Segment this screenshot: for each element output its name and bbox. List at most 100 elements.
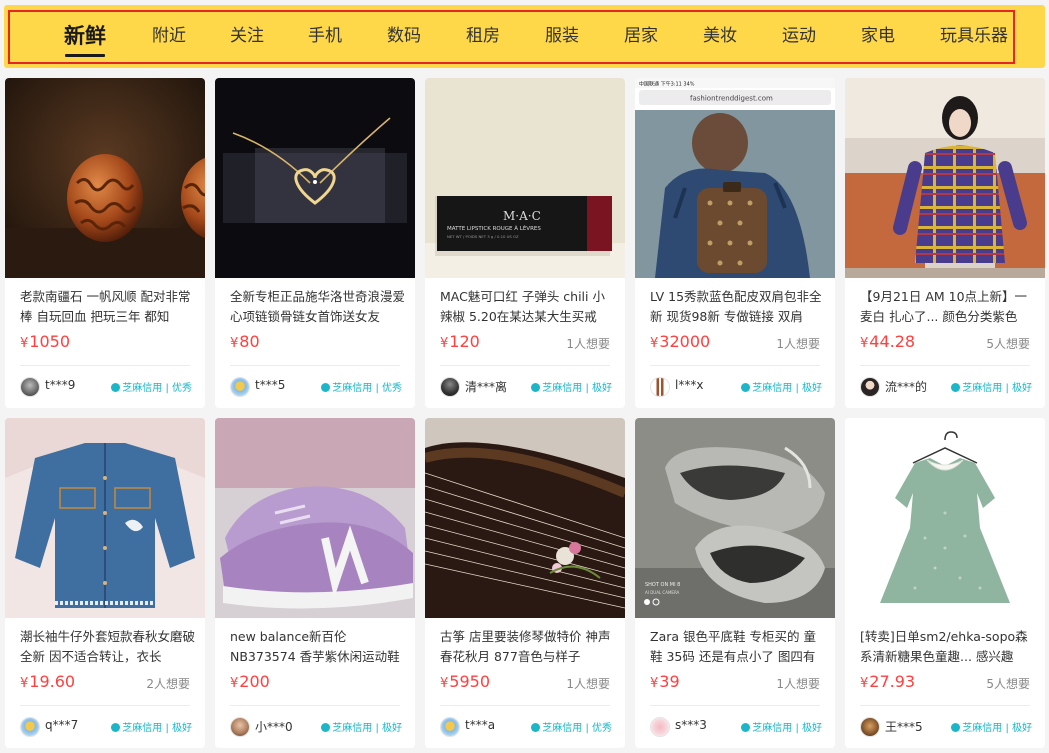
seller-info[interactable]: t***9 芝麻信用 | 优秀 [20,376,192,398]
product-card[interactable]: 【9月21日 AM 10点上新】一麦白 扎心了... 颜色分类紫色 ¥44.28… [845,78,1045,408]
avatar[interactable] [20,377,40,397]
product-title[interactable]: 老款南疆石 一帆风顺 配对非常棒 自玩回血 把玩三年 都知 [20,287,196,329]
avatar[interactable] [650,377,670,397]
product-title[interactable]: 全新专柜正品施华洛世奇浪漫爱心项链锁骨链女首饰送女友 [230,287,406,329]
purple-sneakers-photo[interactable] [215,418,415,618]
backpack-screenshot-photo[interactable]: 中国联通 下午3:11 34% fashiontrenddigest.com [635,78,835,278]
seller-name[interactable]: s***3 [675,718,707,732]
product-title[interactable]: MAC魅可口红 子弹头 chili 小辣椒 5.20在某达某大生买戒 [440,287,616,329]
wants-count: 1人想要 [566,677,610,691]
seller-info[interactable]: 流***的 芝麻信用 | 极好 [860,376,1032,398]
product-title[interactable]: LV 15秀款蓝色配皮双肩包非全新 现货98新 专做链接 双肩 [650,287,826,329]
product-price: ¥200 [230,672,270,694]
silver-flats-photo[interactable]: SHOT ON MI 8 AI DUAL CAMERA [635,418,835,618]
seller-info[interactable]: q***7 芝麻信用 | 极好 [20,716,192,738]
seller-name[interactable]: t***9 [45,378,75,392]
currency-symbol: ¥ [650,336,659,351]
walnuts-photo[interactable] [5,78,205,278]
denim-jacket-photo[interactable] [5,418,205,618]
product-price: ¥44.28 [860,332,915,354]
seller-info[interactable]: s***3 芝麻信用 | 极好 [650,716,822,738]
seller-info[interactable]: 小***0 芝麻信用 | 极好 [230,716,402,738]
avatar[interactable] [860,377,880,397]
avatar[interactable] [860,717,880,737]
avatar[interactable] [230,717,250,737]
heart-necklace-photo[interactable] [215,78,415,278]
product-title[interactable]: 古筝 店里要装修琴做特价 神声 春花秋月 877音色与样子 [440,627,616,669]
price-value: 39 [659,672,680,691]
currency-symbol: ¥ [860,676,869,691]
zhima-credit-icon [531,383,541,392]
avatar[interactable] [230,377,250,397]
zhima-credit-icon [531,723,541,732]
seller-name[interactable]: l***x [675,378,703,392]
tab-zufang[interactable]: 租房 [466,5,500,68]
zhima-credit-icon [951,723,961,732]
product-title[interactable]: new balance新百伦NB373574 香芋紫休闲运动鞋 这双鞋真 [230,627,406,669]
guzheng-photo[interactable] [425,418,625,618]
green-dress-photo[interactable] [845,418,1045,618]
card-divider [20,365,190,366]
avatar[interactable] [650,717,670,737]
currency-symbol: ¥ [20,676,29,691]
tab-jujia[interactable]: 居家 [624,5,658,68]
product-card[interactable]: SHOT ON MI 8 AI DUAL CAMERA Zara 银色平底鞋 专… [635,418,835,748]
credit-label: 芝麻信用 | 极好 [752,383,822,394]
product-card[interactable]: 古筝 店里要装修琴做特价 神声 春花秋月 877音色与样子 ¥5950 1人想要… [425,418,625,748]
tab-shuma[interactable]: 数码 [387,5,421,68]
product-title[interactable]: [转卖]日单sm2/ehka-sopo森系清新糖果色童趣... 感兴趣 [860,627,1036,669]
seller-name[interactable]: q***7 [45,718,78,732]
card-divider [440,365,610,366]
product-price: ¥80 [230,332,260,354]
tab-xinxian[interactable]: 新鲜 [64,5,106,68]
currency-symbol: ¥ [860,336,869,351]
lipstick-box-photo[interactable]: M·A·C MATTE LIPSTICK ROUGE À LÈVRES NET … [425,78,625,278]
seller-name[interactable]: 王***5 [885,718,923,735]
product-card[interactable]: M·A·C MATTE LIPSTICK ROUGE À LÈVRES NET … [425,78,625,408]
seller-info[interactable]: 清***离 芝麻信用 | 极好 [440,376,612,398]
currency-symbol: ¥ [20,336,29,351]
seller-name[interactable]: 清***离 [465,378,507,395]
product-title[interactable]: 【9月21日 AM 10点上新】一麦白 扎心了... 颜色分类紫色 [860,287,1036,329]
avatar[interactable] [440,377,460,397]
product-card[interactable]: 老款南疆石 一帆风顺 配对非常棒 自玩回血 把玩三年 都知 ¥1050 t***… [5,78,205,408]
product-title[interactable]: 潮长袖牛仔外套短款春秋女磨破 全新 因不适合转让，衣长 [20,627,196,669]
currency-symbol: ¥ [440,336,449,351]
tab-guanzhu[interactable]: 关注 [230,5,264,68]
credit-badge: 芝麻信用 | 极好 [951,719,1032,734]
seller-name[interactable]: t***5 [255,378,285,392]
plaid-dress-model-photo[interactable] [845,78,1045,278]
product-card[interactable]: 中国联通 下午3:11 34% fashiontrenddigest.com L… [635,78,835,408]
tab-fuzhuang[interactable]: 服装 [545,5,579,68]
product-card[interactable]: 潮长袖牛仔外套短款春秋女磨破 全新 因不适合转让，衣长 ¥19.60 2人想要 … [5,418,205,748]
seller-info[interactable]: 王***5 芝麻信用 | 极好 [860,716,1032,738]
zhima-credit-icon [741,383,751,392]
card-divider [860,705,1030,706]
price-value: 5950 [449,672,490,691]
product-price: ¥19.60 [20,672,75,694]
seller-info[interactable]: l***x 芝麻信用 | 极好 [650,376,822,398]
seller-info[interactable]: t***5 芝麻信用 | 优秀 [230,376,402,398]
seller-info[interactable]: t***a 芝麻信用 | 优秀 [440,716,612,738]
seller-name[interactable]: t***a [465,718,495,732]
tab-wanju-yueqi[interactable]: 玩具乐器 [940,5,1008,68]
seller-name[interactable]: 小***0 [255,718,293,735]
tab-jiadian[interactable]: 家电 [861,5,895,68]
credit-badge: 芝麻信用 | 优秀 [321,379,402,394]
tab-shouji[interactable]: 手机 [308,5,342,68]
avatar[interactable] [440,717,460,737]
product-card[interactable]: 全新专柜正品施华洛世奇浪漫爱心项链锁骨链女首饰送女友 ¥80 t***5 芝麻信… [215,78,415,408]
wants-count: 5人想要 [986,677,1030,691]
credit-badge: 芝麻信用 | 优秀 [531,719,612,734]
tab-meizhuang[interactable]: 美妆 [703,5,737,68]
avatar[interactable] [20,717,40,737]
product-card[interactable]: [转卖]日单sm2/ehka-sopo森系清新糖果色童趣... 感兴趣 ¥27.… [845,418,1045,748]
card-divider [230,365,400,366]
product-title[interactable]: Zara 银色平底鞋 专柜买的 童鞋 35码 还是有点小了 图四有 [650,627,826,669]
tab-fujin[interactable]: 附近 [152,5,186,68]
card-divider [650,365,820,366]
seller-name[interactable]: 流***的 [885,378,927,395]
tab-yundong[interactable]: 运动 [782,5,816,68]
credit-label: 芝麻信用 | 优秀 [122,383,192,394]
product-card[interactable]: new balance新百伦NB373574 香芋紫休闲运动鞋 这双鞋真 ¥20… [215,418,415,748]
